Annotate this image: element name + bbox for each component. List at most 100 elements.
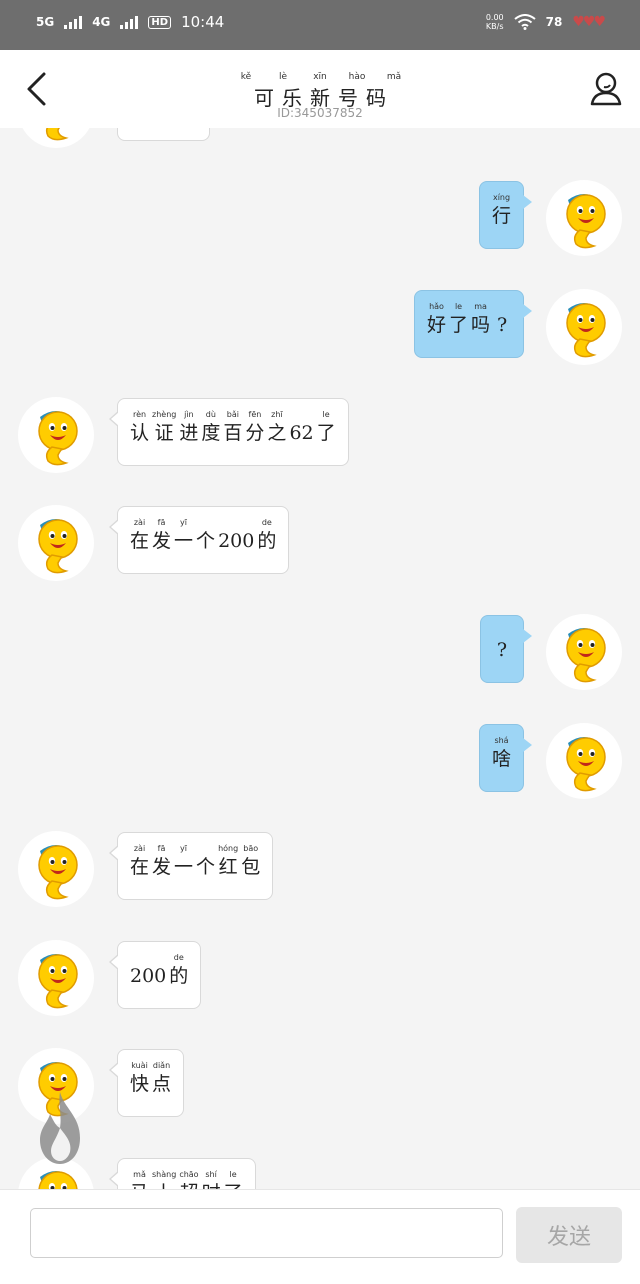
signal-icon-2: [120, 15, 139, 29]
message-bubble[interactable]: xíng 行: [479, 181, 533, 249]
title-pinyin-3: xīn: [313, 72, 327, 82]
message-char: bǎi 百: [223, 409, 242, 445]
message-bubble[interactable]: 200 de 的: [108, 941, 202, 1009]
pinyin: le: [454, 302, 463, 311]
pinyin: shàng: [152, 1170, 177, 1179]
pinyin: le: [229, 1170, 237, 1179]
chevron-left-icon: [27, 72, 46, 106]
avatar[interactable]: [18, 505, 94, 581]
pinyin: fā: [157, 844, 166, 853]
message-char: fēn 分: [245, 409, 264, 445]
message-list[interactable]: xíng 行 hǎo 好 le 了 ma 吗? rèn 认 zhèng 证 jìn 进 dù 度 bǎi 百 fēn…: [0, 128, 640, 1189]
cartoon-sun-avatar-icon: [566, 628, 606, 683]
avatar[interactable]: [18, 397, 94, 473]
pinyin: bǎi: [226, 410, 239, 419]
message-bubble[interactable]: zài 在 fā 发 yī 一个 200 de 的: [108, 506, 290, 574]
message-bubble[interactable]: kuài 快 diǎn 点: [108, 1049, 185, 1117]
pinyin: ma: [474, 302, 487, 311]
chat-title-block: kě lè xīn hào mǎ 可乐新号码 ID:345037852: [170, 72, 470, 120]
pinyin: chāo: [179, 1170, 199, 1179]
message-char: 个: [196, 517, 215, 553]
message-char: shá 啥: [492, 735, 511, 771]
message-char: zài 在: [130, 843, 149, 879]
pinyin: zài: [133, 844, 146, 853]
avatar[interactable]: [546, 614, 622, 690]
message-char: zài 在: [130, 517, 149, 553]
send-button[interactable]: 发送: [516, 1207, 622, 1263]
message-bubble[interactable]: shá 啥: [479, 724, 533, 792]
pinyin: yī: [180, 844, 188, 853]
pinyin: zhèng: [152, 410, 177, 419]
hanzi: 200: [130, 965, 167, 987]
message-bubble[interactable]: mǎ 马shàng 上 chāo 超 shí 时 le 了: [109, 1158, 256, 1189]
hanzi: ?: [496, 639, 508, 661]
avatar[interactable]: [18, 128, 94, 148]
back-button[interactable]: [20, 70, 54, 108]
battery-level: 78: [545, 15, 563, 29]
hanzi: 62: [289, 422, 314, 444]
avatar[interactable]: [18, 831, 94, 907]
message-bubble[interactable]: hǎo 好 le 了 ma 吗?: [414, 290, 533, 358]
pinyin: bāo: [243, 844, 259, 853]
person-icon: [590, 72, 622, 106]
message-input[interactable]: [30, 1208, 503, 1258]
hanzi: 包: [241, 856, 261, 878]
status-bar: 5G 4G HD 10:44 0.00 KB/s 78 ♥♥♥: [0, 0, 640, 50]
title-pinyin-5: mǎ: [386, 72, 402, 82]
speed-unit: KB/s: [485, 22, 504, 31]
pinyin: rèn: [132, 410, 147, 419]
hd-badge: HD: [148, 15, 172, 29]
pinyin: zài: [133, 518, 146, 527]
message-char: xíng 行: [492, 192, 511, 228]
avatar[interactable]: [546, 180, 622, 256]
hanzi: 快: [130, 1073, 150, 1095]
cartoon-sun-avatar-icon: [38, 411, 78, 466]
hanzi: 点: [152, 1073, 172, 1095]
speed-value: 0.00: [485, 13, 504, 22]
hanzi: 个: [196, 856, 216, 878]
hanzi: ?: [496, 314, 508, 336]
network-5g-label: 5G: [36, 15, 55, 29]
message-char: ?: [493, 626, 511, 662]
message-text: hǎo 好 le 了 ma 吗?: [427, 301, 511, 337]
message-char: ma 吗: [471, 301, 490, 337]
title-pinyin: kě lè xīn hào mǎ: [170, 72, 470, 82]
fire-icon[interactable]: [30, 1088, 90, 1168]
message-bubble[interactable]: rèn 认 zhèng 证 jìn 进 dù 度 bǎi 百 fēn 分 zhī 之 62 le 了: [109, 398, 349, 466]
message-char: shàng 上: [152, 1169, 176, 1189]
message-text: ?: [493, 626, 511, 662]
message-char: zhī 之: [267, 409, 286, 445]
input-bar: 发送: [0, 1189, 640, 1284]
wifi-icon: [514, 14, 536, 30]
profile-button[interactable]: [588, 70, 624, 108]
message-char: hóng 红: [218, 843, 238, 879]
message-char: dù 度: [201, 409, 220, 445]
title-pinyin-4: hào: [348, 72, 366, 82]
network-speed: 0.00 KB/s: [486, 13, 504, 31]
cartoon-sun-avatar-icon: [45, 128, 69, 141]
hanzi: 行: [492, 205, 512, 227]
message-char: hǎo 好: [427, 301, 446, 337]
message-text: rèn 认 zhèng 证 jìn 进 dù 度 bǎi 百 fēn 分 zhī 之 62 le 了: [130, 409, 336, 445]
avatar[interactable]: [18, 940, 94, 1016]
pinyin: xíng: [492, 193, 511, 202]
message-text: mǎ 马shàng 上 chāo 超 shí 时 le 了: [130, 1169, 243, 1189]
avatar[interactable]: [546, 723, 622, 799]
message-bubble-partial[interactable]: [117, 128, 210, 141]
hanzi: 一: [174, 856, 194, 878]
hanzi: 的: [257, 530, 277, 552]
hanzi: 红: [218, 856, 238, 878]
message-bubble[interactable]: zài 在 fā 发 yī 一个 hóng 红 bāo 包: [108, 832, 274, 900]
message-text: zài 在 fā 发 yī 一个 200 de 的: [130, 517, 276, 553]
pinyin: hǎo: [429, 302, 444, 311]
message-bubble[interactable]: ?: [480, 615, 532, 683]
chat-id: ID:345037852: [277, 106, 363, 120]
hanzi: 在: [130, 530, 150, 552]
avatar[interactable]: [546, 289, 622, 365]
clock: 10:44: [181, 13, 225, 31]
pinyin: fā: [157, 518, 166, 527]
hanzi: 马: [130, 1181, 149, 1189]
hanzi: 的: [169, 965, 189, 987]
pinyin: le: [322, 410, 330, 419]
pinyin: fēn: [248, 410, 262, 419]
